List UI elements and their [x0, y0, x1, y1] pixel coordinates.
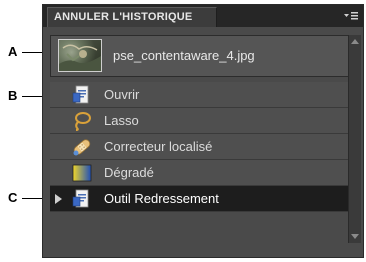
- gradient-icon: [72, 163, 92, 183]
- scroll-down-icon[interactable]: [351, 234, 359, 239]
- callout-a-label: A: [8, 44, 18, 59]
- snapshot-filename: pse_contentaware_4.jpg: [113, 48, 255, 63]
- snapshot-thumbnail: [58, 39, 102, 72]
- history-item-label: Ouvrir: [104, 87, 140, 102]
- callout-c-label: C: [8, 190, 18, 205]
- scroll-up-icon[interactable]: [351, 39, 359, 44]
- document-icon: [72, 189, 92, 209]
- history-item-label: Lasso: [104, 113, 139, 128]
- panel-tab[interactable]: ANNULER L'HISTORIQUE: [47, 7, 217, 27]
- history-item-label: Dégradé: [104, 165, 154, 180]
- panel-menu-icon[interactable]: [343, 9, 359, 21]
- snapshot-row[interactable]: pse_contentaware_4.jpg: [50, 35, 350, 77]
- undo-history-panel: ANNULER L'HISTORIQUE pse_contentaware_4.…: [42, 4, 364, 258]
- document-icon: [72, 85, 92, 105]
- history-item-outil-redressement[interactable]: Outil Redressement: [50, 186, 350, 212]
- callout-b-label: B: [8, 88, 18, 103]
- history-state-slider[interactable]: [55, 194, 62, 204]
- history-item-correcteur[interactable]: Correcteur localisé: [50, 134, 350, 160]
- panel-header: ANNULER L'HISTORIQUE: [43, 5, 363, 27]
- history-item-label: Outil Redressement: [104, 191, 219, 206]
- panel-title: ANNULER L'HISTORIQUE: [54, 11, 193, 23]
- history-item-label: Correcteur localisé: [104, 139, 213, 154]
- bandage-icon: [72, 137, 92, 157]
- history-item-degrade[interactable]: Dégradé: [50, 160, 350, 186]
- history-item-lasso[interactable]: Lasso: [50, 108, 350, 134]
- lasso-icon: [72, 111, 92, 131]
- history-list: Ouvrir Lasso Correcteur localisé Dégradé…: [50, 82, 350, 212]
- vertical-scrollbar[interactable]: [348, 35, 361, 243]
- history-item-ouvrir[interactable]: Ouvrir: [50, 82, 350, 108]
